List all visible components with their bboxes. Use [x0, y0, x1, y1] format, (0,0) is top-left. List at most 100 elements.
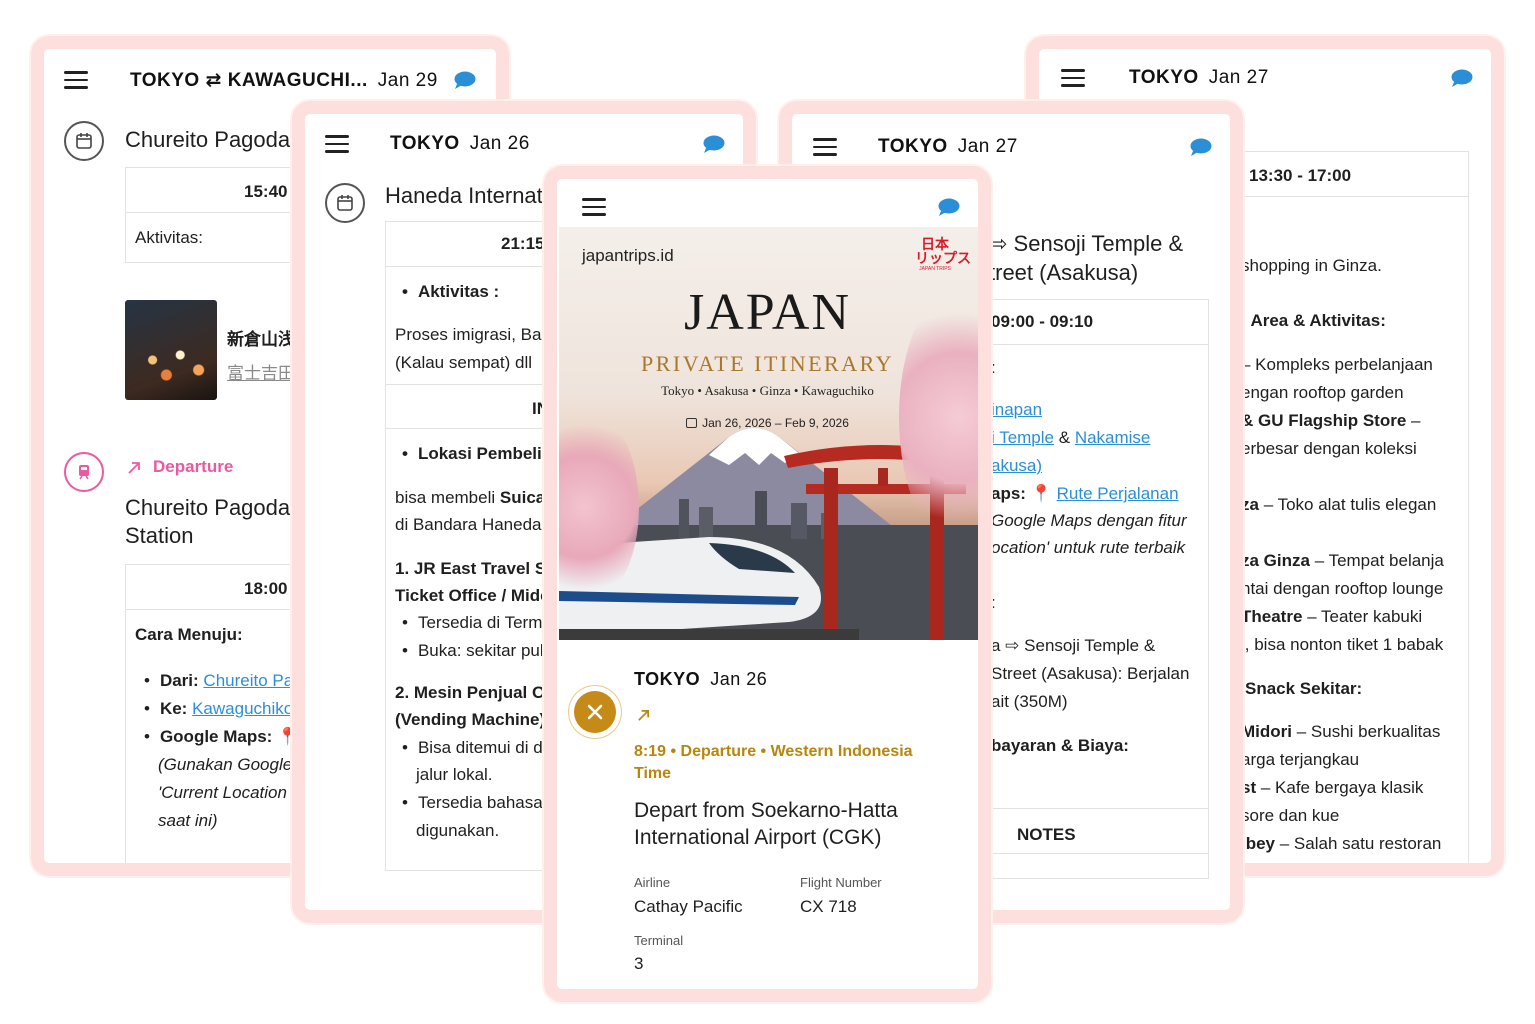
- hamburger-icon[interactable]: [325, 135, 349, 153]
- cover-dates: Jan 26, 2026 – Feb 9, 2026: [557, 416, 978, 430]
- route-line: Street (Asakusa): Berjalan: [991, 664, 1190, 683]
- notes-label: NOTES: [1017, 825, 1076, 844]
- area-line: ntai dengan rooftop lounge: [1241, 579, 1444, 598]
- route-heading: ⇨ Sensoji Temple &: [989, 231, 1184, 256]
- biaya-label: bayaran & Biaya:: [991, 736, 1129, 755]
- colon-text: :: [991, 358, 996, 377]
- cara-menuju-label: Cara Menuju:: [135, 625, 243, 644]
- snack-line: sore dan kue: [1241, 806, 1340, 825]
- mesin-bullet: Tersedia bahasa: [402, 793, 543, 813]
- route-line: ait (350M): [991, 692, 1068, 711]
- area-line: – Kompleks perbelanjaan: [1241, 355, 1433, 374]
- mesin-title: (Vending Machine): [395, 710, 546, 729]
- depart-description: Depart from Soekarno-Hatta: [634, 799, 898, 822]
- time-label: 15:40: [244, 182, 288, 201]
- card-title: TOKYO Jan 27: [1129, 67, 1269, 88]
- mesin-title: 2. Mesin Penjual O: [395, 683, 546, 702]
- lokasi-label: Lokasi Pembeli: [402, 444, 542, 464]
- maps-note: Google Maps dengan fitur: [991, 511, 1187, 530]
- route-heading: treet (Asakusa): [989, 260, 1139, 285]
- route-line: a ⇨ Sensoji Temple &: [991, 636, 1156, 655]
- japan-trips-logo: 日本 リップス JAPAN TRIPS: [915, 237, 971, 272]
- aktivitas-label: Aktivitas :: [402, 282, 499, 302]
- area-line: engan rooftop garden: [1241, 383, 1404, 402]
- snack-line: st – Kafe bergaya klasik: [1241, 778, 1424, 797]
- jr-bullet: Buka: sekitar pul: [402, 641, 544, 661]
- dari-item: Dari: Chureito Pa: [144, 671, 293, 691]
- itinerary-cover-card: japantrips.id 日本 リップス JAPAN TRIPS JAPAN …: [544, 166, 991, 1002]
- maps-note-2: 'Current Location: [158, 783, 287, 802]
- arrow-up-right-icon: [128, 462, 140, 474]
- arrow-up-right-icon: [638, 710, 649, 721]
- day-title: TOKYO Jan 26: [634, 669, 768, 689]
- mesin-bullet-cont: jalur lokal.: [416, 765, 493, 784]
- flight-number-value: CX 718: [800, 897, 857, 916]
- cover-title: JAPAN: [683, 284, 852, 341]
- beli-text: bisa membeli Suica: [395, 488, 546, 507]
- mesin-bullet: Bisa ditemui di d: [402, 738, 543, 758]
- area-line: & GU Flagship Store –: [1241, 411, 1421, 430]
- area-line: Theatre – Teater kabuki: [1241, 607, 1423, 626]
- airline-label: Airline: [634, 875, 671, 890]
- train-icon: [64, 452, 104, 492]
- route-link[interactable]: Rute Perjalanan: [1057, 484, 1179, 503]
- calendar-icon: [64, 121, 104, 161]
- aktivitas-text: (Kalau sempat) dll: [395, 353, 533, 372]
- departure-time-line: 8:19 • Departure • Western Indonesia: [634, 743, 913, 760]
- photo-title: 新倉山浅: [227, 330, 295, 350]
- time-label: 09:00 - 09:10: [991, 312, 1094, 331]
- snack-line: Midori – Sushi berkualitas: [1241, 722, 1441, 741]
- departure-label: Departure: [153, 457, 234, 476]
- jr-bullet: Tersedia di Term: [402, 613, 542, 633]
- jr-title: Ticket Office / Midc: [395, 586, 550, 605]
- place-photo[interactable]: [125, 300, 217, 400]
- plane-icon: [574, 691, 616, 733]
- terminal-label: Terminal: [634, 933, 684, 948]
- chat-bubble-icon[interactable]: [703, 135, 725, 153]
- chat-bubble-icon[interactable]: [1451, 69, 1473, 87]
- card-title: TOKYO ⇄ KAWAGUCHI... Jan 29: [130, 70, 438, 91]
- photo-link[interactable]: 富士吉田: [227, 359, 295, 384]
- station-name-1: Chureito Pagoda: [125, 495, 291, 520]
- snack-label: Snack Sekitar:: [1245, 679, 1363, 698]
- airline-value: Cathay Pacific: [634, 897, 743, 916]
- area-line: za – Toko alat tulis elegan: [1241, 495, 1437, 514]
- area-line: za Ginza – Tempat belanja: [1241, 551, 1444, 570]
- beli-text: di Bandara Haneda: [395, 515, 542, 534]
- map-pin-icon: 📍: [1030, 484, 1052, 503]
- area-line: erbesar dengan koleksi: [1241, 439, 1417, 458]
- chat-bubble-icon[interactable]: [938, 198, 960, 216]
- flight-number-label: Flight Number: [800, 875, 882, 890]
- hamburger-icon[interactable]: [64, 71, 88, 89]
- ke-link[interactable]: Kawaguchiko: [192, 699, 293, 718]
- calendar-icon: [325, 183, 365, 223]
- maps-note-1: (Gunakan Google: [158, 755, 293, 774]
- time-label: 13:30 - 17:00: [1249, 166, 1352, 185]
- link-inapan[interactable]: inapan: [991, 400, 1042, 420]
- time-label: 18:00: [244, 579, 288, 598]
- dari-link[interactable]: Chureito Pa: [203, 671, 293, 690]
- brand-name: japantrips.id: [582, 246, 674, 265]
- depart-description: International Airport (CGK): [634, 826, 882, 849]
- link-asakusa[interactable]: akusa): [991, 456, 1042, 476]
- chat-bubble-icon[interactable]: [1190, 138, 1212, 156]
- chat-bubble-icon[interactable]: [454, 71, 476, 89]
- link-temple[interactable]: i Temple: [991, 428, 1054, 447]
- maps-note-3: saat ini): [158, 811, 218, 830]
- colon-text: :: [991, 593, 996, 612]
- hamburger-icon[interactable]: [1061, 69, 1085, 87]
- snack-line: ibey – Salah satu restoran: [1241, 834, 1442, 853]
- link-nakamise[interactable]: Nakamise: [1075, 428, 1151, 447]
- maps-line: aps: 📍 Rute Perjalanan: [991, 484, 1179, 503]
- place-name: Chureito Pagoda: [125, 127, 291, 152]
- hamburger-icon[interactable]: [813, 138, 837, 156]
- station-name-2: Station: [125, 523, 194, 548]
- area-line: l, bisa nonton tiket 1 babak: [1241, 635, 1444, 654]
- card-header: [557, 179, 978, 227]
- snack-line: arga terjangkau: [1241, 750, 1360, 769]
- jr-title: 1. JR East Travel Se: [395, 559, 556, 578]
- terminal-value: 3: [634, 954, 644, 973]
- hamburger-icon[interactable]: [582, 198, 606, 216]
- ke-item: Ke: Kawaguchiko: [144, 699, 293, 719]
- card-title: TOKYO Jan 26: [390, 133, 530, 154]
